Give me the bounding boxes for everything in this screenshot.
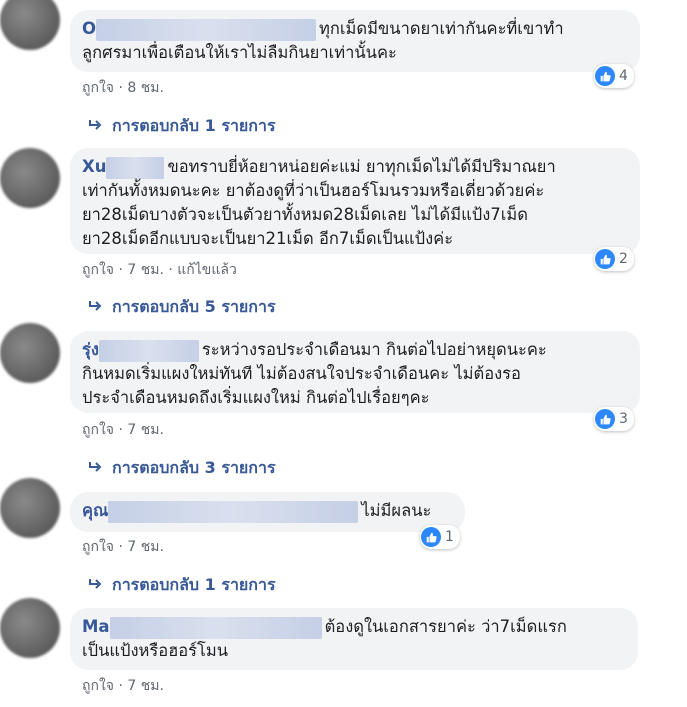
separator: · xyxy=(118,678,123,694)
thumbs-up-icon xyxy=(421,527,441,547)
separator: · xyxy=(118,262,123,278)
like-link[interactable]: ถูกใจ xyxy=(82,539,114,555)
comment-text-line: ไม่มีผลนะ xyxy=(361,501,432,520)
comment-author[interactable]: O xyxy=(82,19,96,38)
like-link[interactable]: ถูกใจ xyxy=(82,678,114,694)
comment-text-line: กินหมดเริ่มแผงใหม่ทันที ไม่ต้องสนใจประจำ… xyxy=(82,364,521,383)
reply-arrow-icon xyxy=(88,115,112,137)
comment-text-line: ต้องดูในเอกสารยาค่ะ ว่า7เม็ดแรก xyxy=(324,617,567,636)
view-replies-link[interactable]: การตอบกลับ 5 รายการ xyxy=(88,296,276,318)
commenter-avatar[interactable] xyxy=(0,478,60,538)
timestamp[interactable]: 7 ชม. xyxy=(127,262,164,278)
comment-meta: ถูกใจ · 8 ชม. xyxy=(82,78,164,98)
like-link[interactable]: ถูกใจ xyxy=(82,80,114,96)
commenter-avatar[interactable] xyxy=(0,148,60,208)
separator: · xyxy=(118,539,123,555)
reaction-number: 4 xyxy=(619,68,628,84)
comment-bubble: คุณ ไม่มีผลนะ xyxy=(70,492,465,532)
redacted-name xyxy=(98,339,199,362)
comment-text-line: ยา28เม็ดอีกแบบจะเป็นยา21เม็ด อีก7เม็ดเป็… xyxy=(82,229,454,248)
timestamp[interactable]: 7 ชม. xyxy=(127,678,164,694)
comment-text-line: ประจำเดือนหมดถึงเริ่มแผงใหม่ กินต่อไปเรื… xyxy=(82,388,430,407)
comment-text-line: ลูกศรมาเพื่อเตือนให้เราไม่ลืมกินยาเท่านั… xyxy=(82,43,397,62)
redacted-name xyxy=(108,500,359,523)
comment-meta: ถูกใจ · 7 ชม. · แก้ไขแล้ว xyxy=(82,260,237,280)
view-replies-link[interactable]: การตอบกลับ 3 รายการ xyxy=(88,457,276,479)
view-replies-link[interactable]: การตอบกลับ 1 รายการ xyxy=(88,115,276,137)
reaction-number: 3 xyxy=(619,411,628,427)
reaction-count[interactable]: 1 xyxy=(420,525,460,549)
comment-text-line: ทุกเม็ดมีขนาดยาเท่ากันคะที่เขาทำ xyxy=(319,19,564,38)
comment-text-line: ระหว่างรอประจำเดือนมา กินต่อไปอย่าหยุดนะ… xyxy=(201,340,547,359)
separator: · xyxy=(118,80,123,96)
comment-author[interactable]: Xu xyxy=(82,157,106,176)
reply-arrow-icon xyxy=(88,457,112,479)
commenter-avatar[interactable] xyxy=(0,0,60,50)
view-replies-link[interactable]: การตอบกลับ 1 รายการ xyxy=(88,574,276,596)
replies-label: การตอบกลับ 3 รายการ xyxy=(112,458,276,477)
thumbs-up-icon xyxy=(595,66,615,86)
commenter-avatar[interactable] xyxy=(0,598,60,658)
comment-text-line: เป็นแป้งหรือฮอร์โมน xyxy=(82,641,229,660)
replies-label: การตอบกลับ 1 รายการ xyxy=(112,116,276,135)
comment-bubble: Ma ต้องดูในเอกสารยาค่ะ ว่า7เม็ดแรก เป็นแป… xyxy=(70,608,638,670)
redacted-name xyxy=(109,616,322,639)
comment-text-line: เท่ากันทั้งหมดนะคะ ยาต้องดูที่ว่าเป็นฮอร… xyxy=(82,181,545,200)
comment-author[interactable]: รุ่ง xyxy=(82,340,99,359)
reaction-number: 2 xyxy=(619,251,628,267)
thumbs-up-icon xyxy=(595,409,615,429)
thumbs-up-icon xyxy=(595,249,615,269)
redacted-name xyxy=(96,18,317,41)
timestamp[interactable]: 7 ชม. xyxy=(127,422,164,438)
comment-meta: ถูกใจ · 7 ชม. xyxy=(82,420,164,440)
comment-meta: ถูกใจ · 7 ชม. xyxy=(82,676,164,696)
comment-text-line: ขอทราบยี่ห้อยาหน่อยค่ะแม่ ยาทุกเม็ดไม่ได… xyxy=(167,157,556,176)
replies-label: การตอบกลับ 5 รายการ xyxy=(112,297,276,316)
comment-bubble: Xu ขอทราบยี่ห้อยาหน่อยค่ะแม่ ยาทุกเม็ดไม่… xyxy=(70,148,640,254)
reply-arrow-icon xyxy=(88,574,112,596)
reaction-number: 1 xyxy=(445,529,454,545)
comment-author[interactable]: Ma xyxy=(82,617,110,636)
like-link[interactable]: ถูกใจ xyxy=(82,422,114,438)
reaction-count[interactable]: 4 xyxy=(594,64,634,88)
separator: · xyxy=(118,422,123,438)
comment-meta: ถูกใจ · 7 ชม. xyxy=(82,537,164,557)
timestamp[interactable]: 7 ชม. xyxy=(127,539,164,555)
reaction-count[interactable]: 2 xyxy=(594,247,634,271)
comment-text-line: ยา28เม็ดบางตัวจะเป็นตัวยาทั้งหมด28เม็ดเล… xyxy=(82,205,529,224)
comment-bubble: รุ่ง ระหว่างรอประจำเดือนมา กินต่อไปอย่าหย… xyxy=(70,331,640,413)
replies-label: การตอบกลับ 1 รายการ xyxy=(112,575,276,594)
reaction-count[interactable]: 3 xyxy=(594,407,634,431)
timestamp[interactable]: 8 ชม. xyxy=(127,80,164,96)
commenter-avatar[interactable] xyxy=(0,323,60,383)
redacted-name xyxy=(106,156,165,179)
separator: · xyxy=(168,262,173,278)
edited-label[interactable]: แก้ไขแล้ว xyxy=(177,262,237,278)
reply-arrow-icon xyxy=(88,296,112,318)
comment-author[interactable]: คุณ xyxy=(82,501,108,520)
comment-bubble: O ทุกเม็ดมีขนาดยาเท่ากันคะที่เขาทำ ลูกศรม… xyxy=(70,10,640,72)
like-link[interactable]: ถูกใจ xyxy=(82,262,114,278)
